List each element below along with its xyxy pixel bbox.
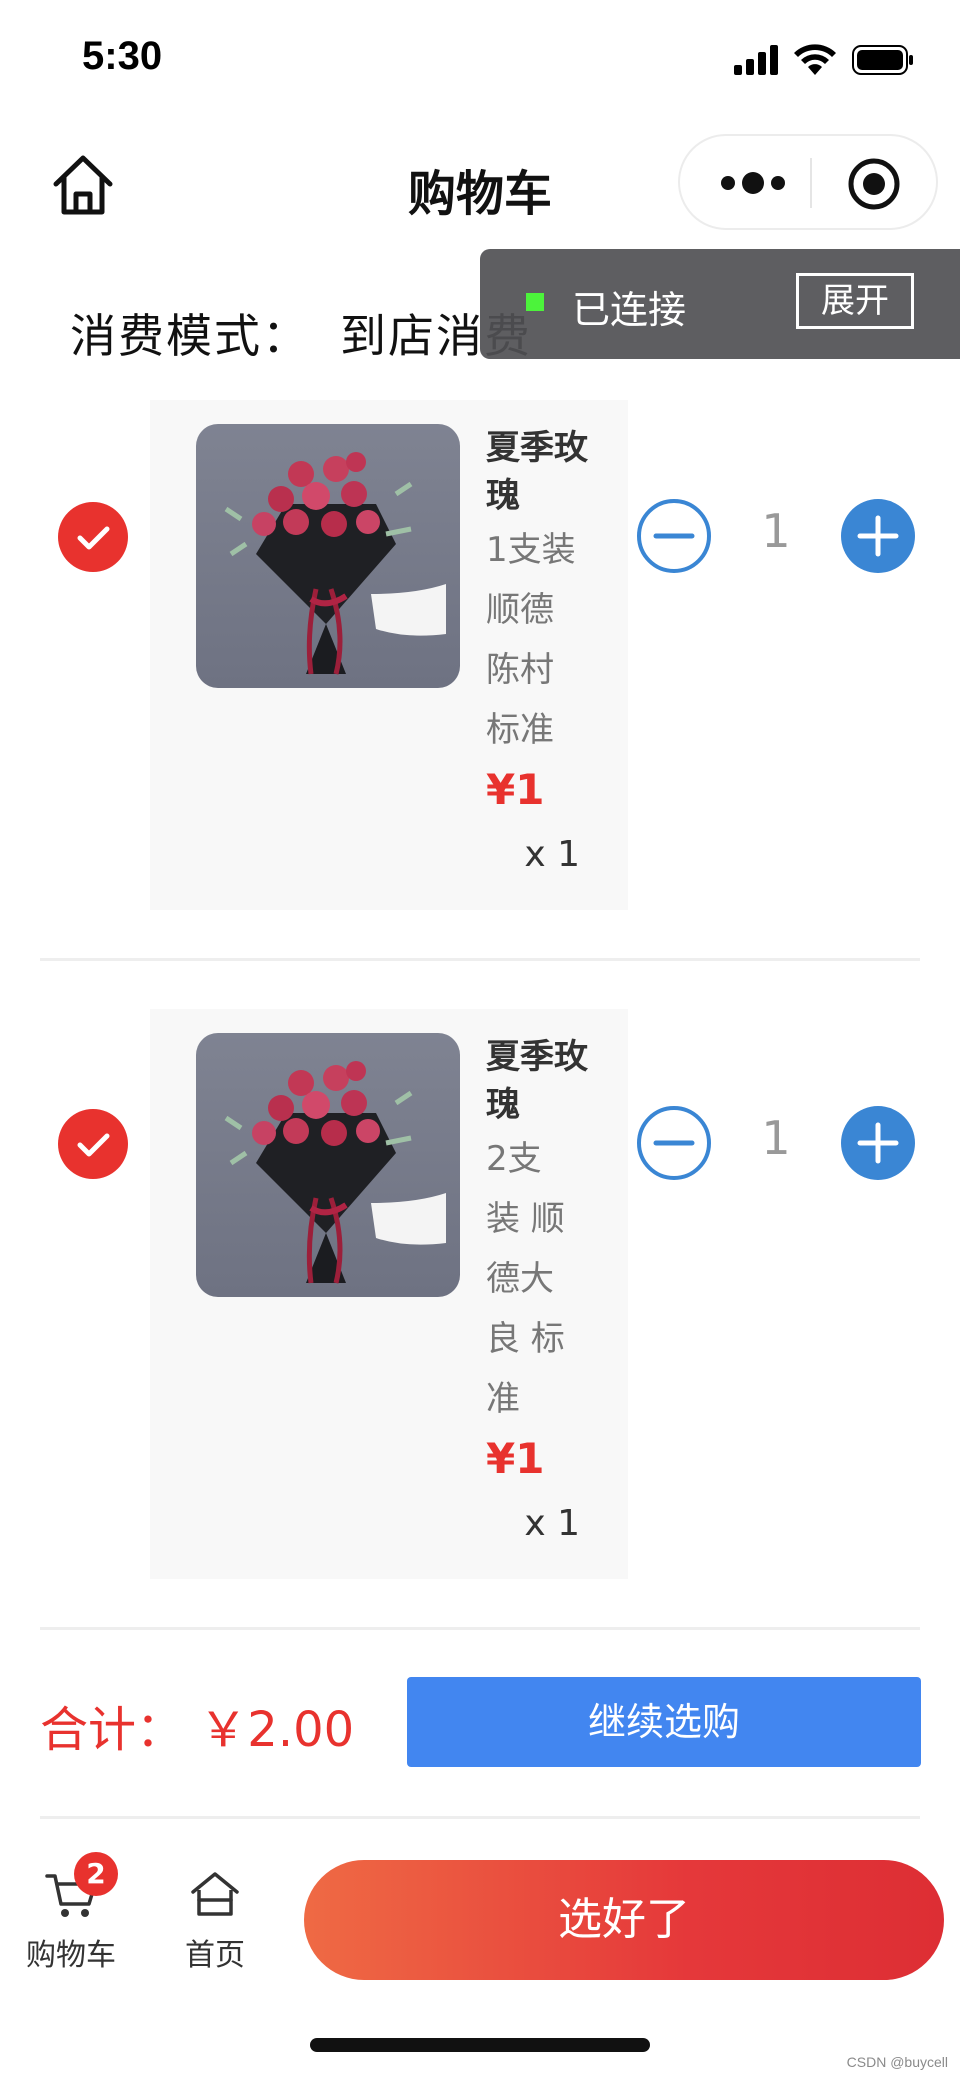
quantity-value: 1 xyxy=(761,504,791,558)
consumption-mode: 消费模式： 到店消费 xyxy=(70,300,532,366)
item-info: 夏季玫瑰 1支装 顺德 陈村 标准 ¥1 xyxy=(486,424,596,820)
item-spec-line: 标准 xyxy=(486,710,554,750)
item-card[interactable]: 夏季玫瑰 1支装 顺德 陈村 标准 ¥1 x 1 xyxy=(150,400,628,910)
plus-icon xyxy=(841,499,915,573)
debug-overlay: 已连接 展开 xyxy=(480,249,960,359)
cart-item: 夏季玫瑰 1支装 顺德 陈村 标准 ¥1 x 1 1 xyxy=(0,400,960,910)
divider xyxy=(40,1627,920,1630)
nav-bar: 购物车 xyxy=(0,130,960,240)
item-price: ¥1 xyxy=(486,1434,545,1483)
status-bar: 5:30 xyxy=(0,0,960,120)
tab-cart-label: 购物车 xyxy=(26,1938,116,1973)
item-spec-line: 顺德 xyxy=(486,590,554,630)
item-spec-line: 2支 xyxy=(486,1139,542,1179)
check-icon xyxy=(77,1133,110,1157)
checkout-button[interactable]: 选好了 xyxy=(304,1860,944,1980)
item-info: 夏季玫瑰 2支 装 顺 德大 良 标 准 ¥1 xyxy=(486,1033,596,1489)
plus-icon xyxy=(841,1106,915,1180)
total-label: 合计： xyxy=(40,1702,185,1758)
continue-shopping-button[interactable]: 继续选购 xyxy=(407,1677,921,1767)
decrease-button[interactable] xyxy=(636,1105,712,1181)
debug-status: 已连接 xyxy=(572,288,687,332)
total: 合计： ￥2.00 xyxy=(40,1690,354,1760)
item-checkbox[interactable] xyxy=(58,1109,128,1179)
tab-cart[interactable]: 2 购物车 xyxy=(16,1852,126,1974)
increase-button[interactable] xyxy=(840,1105,916,1181)
item-spec-line: 装 顺 xyxy=(486,1199,565,1239)
tab-home-label: 首页 xyxy=(185,1938,245,1973)
divider xyxy=(40,1816,920,1819)
item-spec-line: 德大 xyxy=(486,1259,554,1299)
expand-button[interactable]: 展开 xyxy=(796,273,914,329)
item-spec-line: 准 xyxy=(486,1379,520,1419)
more-button[interactable] xyxy=(718,166,788,200)
tab-home[interactable]: 首页 xyxy=(160,1870,270,1974)
quantity-stepper: 1 xyxy=(636,1105,916,1181)
home-indicator xyxy=(310,2038,650,2052)
minus-icon xyxy=(637,499,711,573)
check-icon xyxy=(77,526,110,550)
status-icons xyxy=(734,44,914,76)
target-icon xyxy=(848,158,900,210)
cart-badge: 2 xyxy=(74,1852,118,1896)
item-name: 夏季玫瑰 xyxy=(486,1037,588,1125)
signal-icon xyxy=(734,45,778,75)
item-spec-line: 1支装 xyxy=(486,530,576,570)
product-image xyxy=(196,1033,460,1297)
status-time: 5:30 xyxy=(82,34,163,78)
watermark: CSDN @buycell xyxy=(846,2054,948,2070)
more-icon xyxy=(721,172,785,194)
item-quantity-label: x 1 xyxy=(524,834,580,875)
cart-item: 夏季玫瑰 2支 装 顺 德大 良 标 准 ¥1 x 1 1 xyxy=(0,1009,960,1579)
minus-icon xyxy=(637,1106,711,1180)
mode-label: 消费模式： xyxy=(70,309,310,363)
item-price: ¥1 xyxy=(486,765,545,814)
product-image xyxy=(196,424,460,688)
total-amount: ￥2.00 xyxy=(199,1702,355,1758)
capsule-divider xyxy=(810,158,812,208)
divider xyxy=(40,958,920,961)
battery-icon xyxy=(852,45,913,75)
item-checkbox[interactable] xyxy=(58,502,128,572)
rose-bouquet-image xyxy=(224,452,446,675)
mini-program-capsule xyxy=(678,134,938,230)
connected-indicator xyxy=(526,293,544,311)
item-name: 夏季玫瑰 xyxy=(486,428,588,516)
home-icon xyxy=(191,1872,239,1916)
item-spec-line: 良 标 xyxy=(486,1319,565,1359)
rose-bouquet-image xyxy=(224,1061,446,1284)
decrease-button[interactable] xyxy=(636,498,712,574)
item-spec-line: 陈村 xyxy=(486,650,554,690)
quantity-stepper: 1 xyxy=(636,498,916,574)
quantity-value: 1 xyxy=(761,1111,791,1165)
item-card[interactable]: 夏季玫瑰 2支 装 顺 德大 良 标 准 ¥1 x 1 xyxy=(150,1009,628,1579)
wifi-icon xyxy=(794,44,836,75)
close-button[interactable] xyxy=(846,156,902,212)
item-quantity-label: x 1 xyxy=(524,1503,580,1544)
increase-button[interactable] xyxy=(840,498,916,574)
